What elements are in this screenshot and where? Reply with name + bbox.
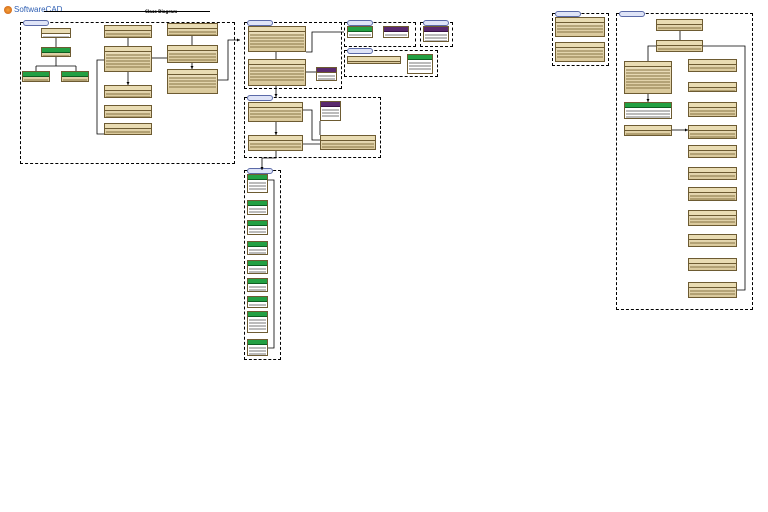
arrow-head [126, 82, 130, 85]
link [96, 59, 104, 135]
diagram-canvas: SoftwareCAD Class Diagram [0, 0, 768, 512]
association-links [35, 31, 746, 349]
arrow-head [260, 167, 264, 170]
link [35, 57, 77, 71]
arrow-head [685, 128, 688, 132]
arrow-head [274, 132, 278, 135]
arrow-head [646, 99, 650, 102]
link [303, 109, 320, 141]
arrow-head [274, 94, 278, 97]
link [218, 39, 240, 81]
link [306, 31, 344, 53]
arrow-head [190, 66, 194, 69]
link [261, 151, 277, 170]
link [703, 45, 746, 291]
arrow-head [237, 38, 240, 42]
link [268, 179, 275, 349]
link [647, 45, 656, 61]
